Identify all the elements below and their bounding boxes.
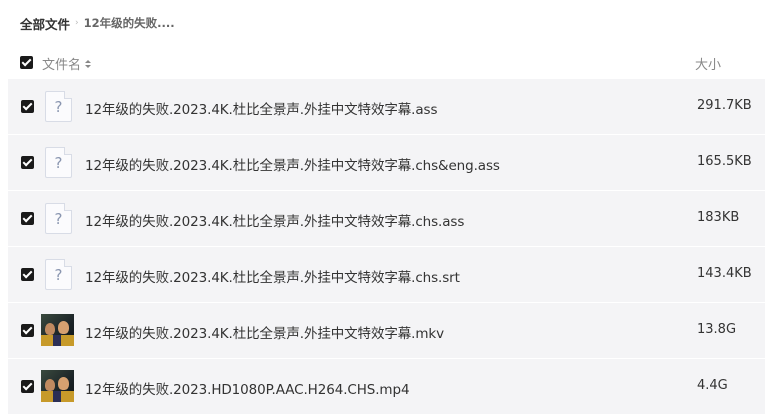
breadcrumb-current-folder: 12年级的失败....	[83, 16, 175, 30]
file-name[interactable]: 12年级的失败.2023.4K.杜比全景声.外挂中文特效字幕.chs&eng.a…	[85, 154, 500, 174]
file-size: 183KB	[697, 210, 740, 225]
file-checkbox[interactable]	[21, 324, 34, 337]
file-name[interactable]: 12年级的失败.2023.4K.杜比全景声.外挂中文特效字幕.chs.srt	[85, 266, 460, 286]
file-checkbox[interactable]	[21, 380, 34, 393]
breadcrumb: 全部文件 › 12年级的失败....	[20, 13, 175, 33]
file-size: 165.5KB	[697, 154, 752, 169]
file-list: ? 12年级的失败.2023.4K.杜比全景声.外挂中文特效字幕.ass 291…	[8, 79, 765, 415]
file-size: 291.7KB	[697, 98, 752, 113]
video-thumbnail	[41, 370, 74, 402]
file-size: 4.4G	[697, 378, 728, 393]
unknown-file-icon: ?	[45, 203, 72, 234]
breadcrumb-root-link[interactable]: 全部文件	[20, 14, 70, 33]
file-size: 13.8G	[697, 322, 737, 337]
file-checkbox[interactable]	[21, 100, 34, 113]
file-row[interactable]: 12年级的失败.2023.HD1080P.AAC.H264.CHS.mp4 4.…	[8, 359, 765, 415]
breadcrumb-separator: ›	[75, 18, 79, 28]
file-row[interactable]: ? 12年级的失败.2023.4K.杜比全景声.外挂中文特效字幕.chs.srt…	[8, 247, 765, 303]
file-name[interactable]: 12年级的失败.2023.HD1080P.AAC.H264.CHS.mp4	[85, 378, 410, 398]
file-row[interactable]: ? 12年级的失败.2023.4K.杜比全景声.外挂中文特效字幕.chs&eng…	[8, 135, 765, 191]
column-header-name[interactable]: 文件名	[42, 54, 92, 73]
column-header-size[interactable]: 大小	[695, 54, 721, 73]
unknown-file-icon: ?	[45, 91, 72, 122]
file-size: 143.4KB	[697, 266, 752, 281]
file-name[interactable]: 12年级的失败.2023.4K.杜比全景声.外挂中文特效字幕.chs.ass	[85, 210, 464, 230]
file-row[interactable]: ? 12年级的失败.2023.4K.杜比全景声.外挂中文特效字幕.chs.ass…	[8, 191, 765, 247]
column-header-name-label: 文件名	[42, 58, 82, 73]
video-thumbnail	[41, 314, 74, 346]
select-all-checkbox[interactable]	[20, 56, 33, 69]
file-name[interactable]: 12年级的失败.2023.4K.杜比全景声.外挂中文特效字幕.ass	[85, 98, 437, 118]
file-name[interactable]: 12年级的失败.2023.4K.杜比全景声.外挂中文特效字幕.mkv	[85, 322, 444, 342]
unknown-file-icon: ?	[45, 259, 72, 290]
file-row[interactable]: 12年级的失败.2023.4K.杜比全景声.外挂中文特效字幕.mkv 13.8G	[8, 303, 765, 359]
unknown-file-icon: ?	[45, 147, 72, 178]
file-checkbox[interactable]	[21, 268, 34, 281]
file-checkbox[interactable]	[21, 212, 34, 225]
file-checkbox[interactable]	[21, 156, 34, 169]
file-row[interactable]: ? 12年级的失败.2023.4K.杜比全景声.外挂中文特效字幕.ass 291…	[8, 79, 765, 135]
sort-icon[interactable]	[85, 59, 92, 68]
file-list-header: 文件名 大小	[0, 52, 765, 74]
